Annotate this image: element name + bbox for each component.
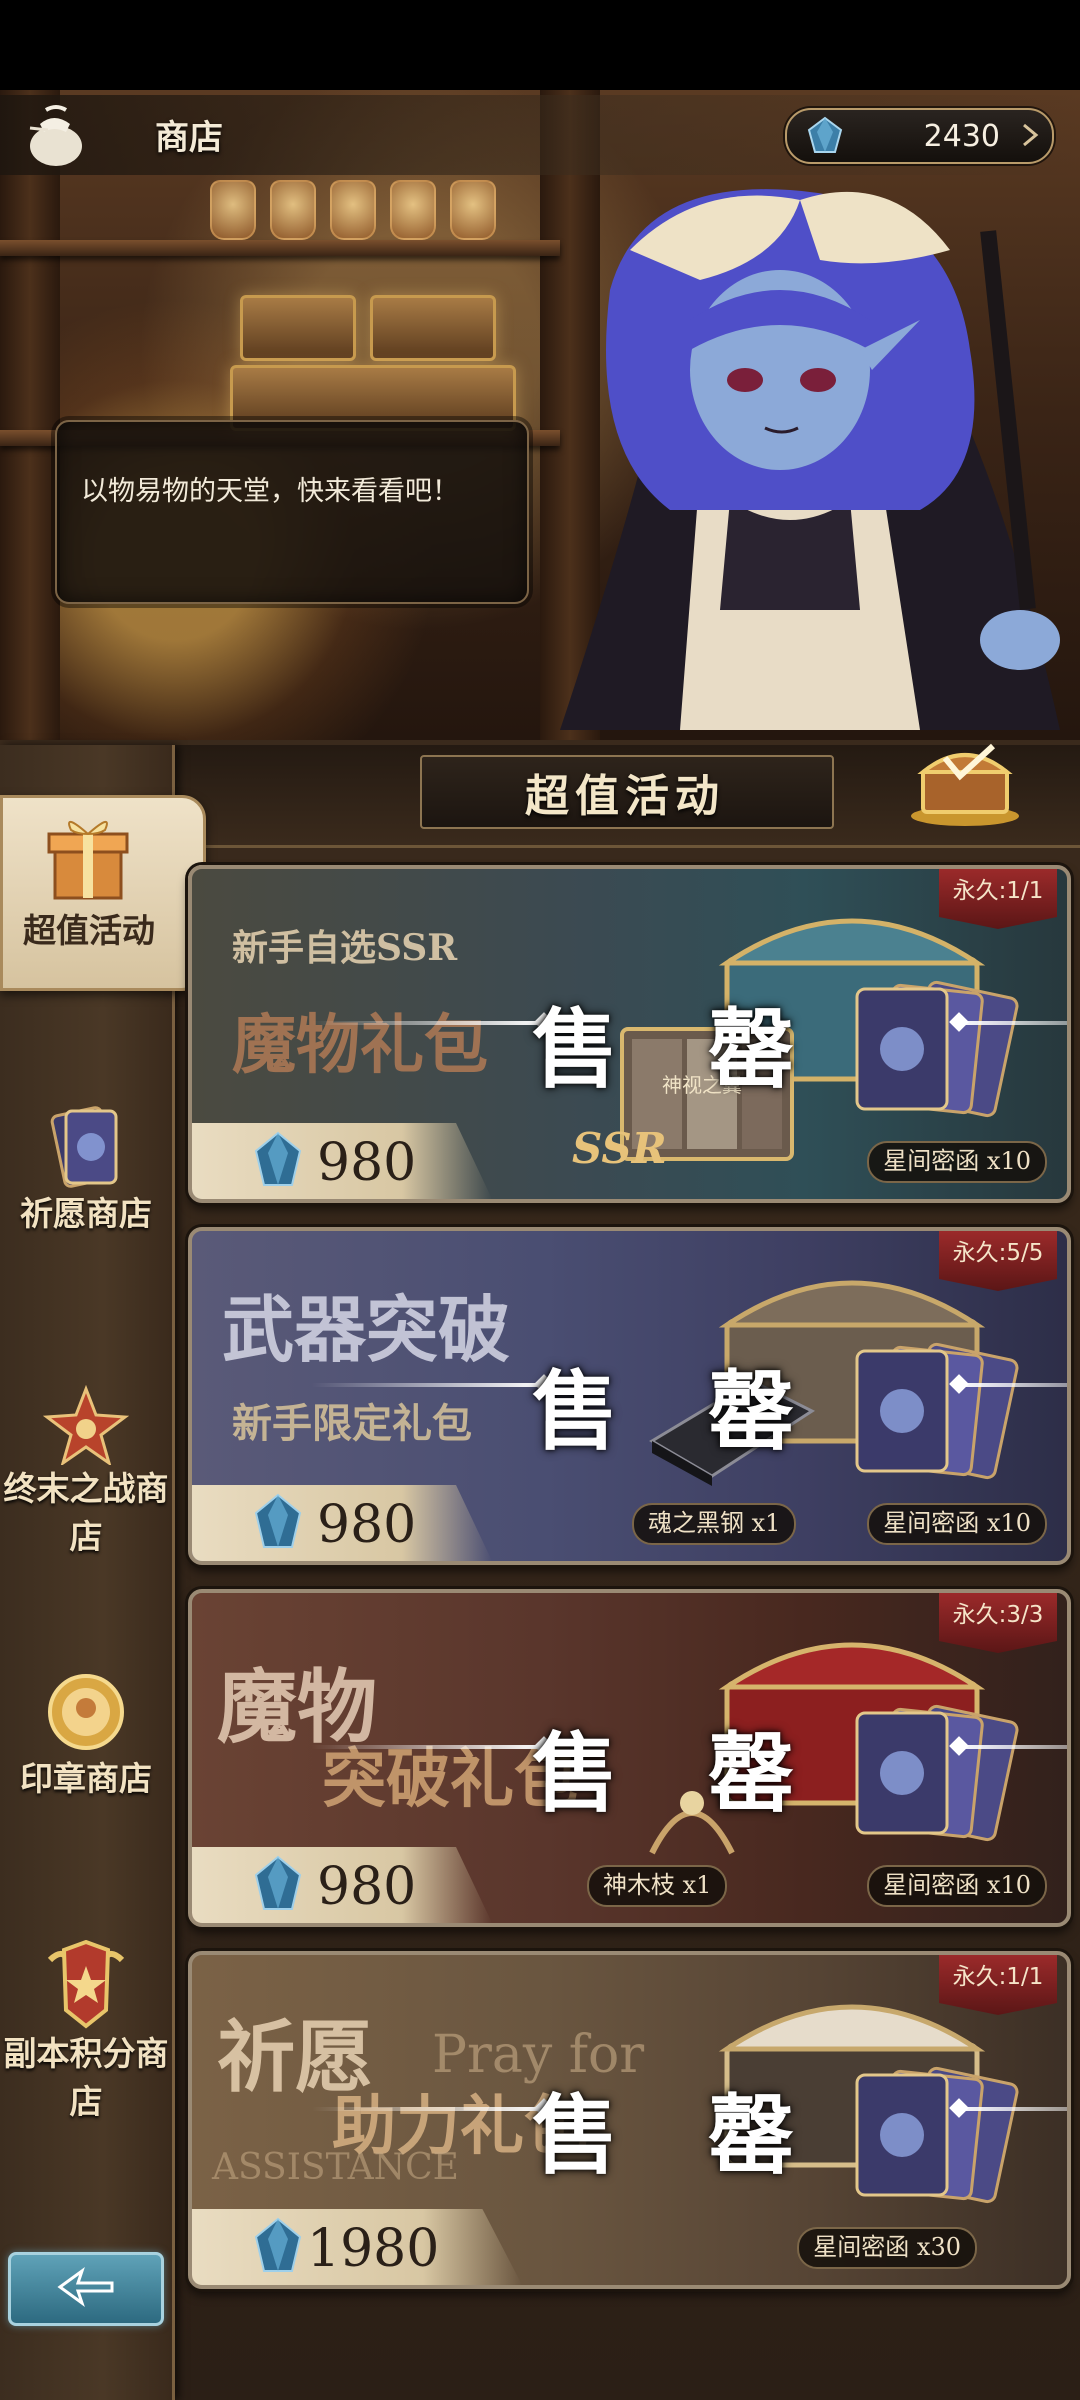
back-button[interactable] (8, 2252, 164, 2326)
star-emblem-icon (43, 1385, 129, 1465)
divider-line (312, 2107, 542, 2111)
gift-box-icon (47, 821, 129, 900)
shopkeeper-character (560, 189, 1060, 730)
crystal-gem-icon (254, 1131, 302, 1186)
page-title: 商店 (155, 118, 223, 158)
reward-item-chip: 星间密函 x30 (797, 2227, 977, 2269)
currency-display[interactable]: 2430 (785, 108, 1054, 164)
package-card[interactable]: 魔物 突破礼包 永久:3/3 神木枝 x1 星间密函 x10 980 售 罄 (188, 1589, 1071, 1927)
back-arrow-icon (57, 2267, 114, 2307)
shelf (0, 240, 560, 256)
stamp-coin-icon (48, 1674, 124, 1750)
sold-out-overlay: 售 罄 (192, 1341, 1067, 1462)
card-deck-icon (50, 1106, 118, 1188)
sidebar-item-label: 超值活动 (23, 911, 155, 950)
package-card[interactable]: 祈愿 助力礼包 Pray for ASSISTANCE 永久:1/1 星间密函 … (188, 1951, 1071, 2289)
purchase-limit-tag: 永久:1/1 (939, 869, 1057, 929)
purchase-limit-tag: 永久:1/1 (939, 1955, 1057, 2015)
reward-item-chip: 神木枝 x1 (587, 1865, 728, 1907)
shelf-pillar (0, 90, 60, 740)
divider-line (312, 1021, 542, 1025)
crystal-gem-icon (807, 116, 843, 153)
jar (390, 180, 436, 240)
sold-out-overlay: 售 罄 (192, 1703, 1067, 1824)
package-price: 980 (317, 1495, 417, 1555)
treasure-chest-icon (911, 743, 1019, 826)
sidebar-item-stamp-shop[interactable]: 印章商店 (0, 1670, 172, 1804)
crystal-gem-icon (254, 2217, 302, 2272)
package-card[interactable]: 新手自选SSR 魔物礼包 SSR 神视之翼 永久:1/1 星间密函 x10 98… (188, 865, 1071, 1203)
speech-text: 以物易物的天堂，快来看看吧！ (81, 476, 459, 507)
jar (270, 180, 316, 240)
reward-item-chip: 魂之黑钢 x1 (632, 1503, 797, 1545)
divider-line (312, 1383, 542, 1387)
jar (330, 180, 376, 240)
sold-out-text: 售 罄 (532, 1000, 824, 1100)
sidebar-item-label: 终末之战商店 (3, 1469, 169, 1556)
package-price: 1980 (307, 2219, 440, 2279)
sidebar-item-prayer-shop[interactable]: 祈愿商店 (0, 1105, 172, 1239)
shop-sidebar (0, 745, 175, 2400)
sold-out-text: 售 罄 (532, 2086, 824, 2186)
divider-line (952, 1021, 1067, 1025)
divider-line (312, 1745, 542, 1749)
package-price: 980 (317, 1133, 417, 1193)
speech-bubble: 以物易物的天堂，快来看看吧！ (55, 420, 529, 604)
divider-line (952, 2107, 1067, 2111)
sidebar-item-dungeon-points-shop[interactable]: 副本积分商店 (0, 1940, 172, 2126)
crate (370, 295, 496, 361)
jar (210, 180, 256, 240)
sold-out-overlay: 售 罄 (192, 979, 1067, 1100)
sold-out-text: 售 罄 (532, 1362, 824, 1462)
ssr-badge: SSR (572, 1124, 667, 1173)
sold-out-text: 售 罄 (532, 1724, 824, 1824)
package-title-small: 新手自选SSR (232, 927, 458, 969)
crystal-gem-icon (254, 1855, 302, 1910)
crate (240, 295, 356, 361)
divider-line (952, 1383, 1067, 1387)
sidebar-item-label: 祈愿商店 (20, 1194, 152, 1233)
purchase-limit-tag: 永久:3/3 (939, 1593, 1057, 1653)
divider-line (952, 1745, 1067, 1749)
reward-item-chip: 星间密函 x10 (867, 1141, 1047, 1183)
reward-item-chip: 星间密函 x10 (867, 1503, 1047, 1545)
sidebar-item-value-events[interactable]: 超值活动 (0, 795, 206, 991)
package-price: 980 (317, 1857, 417, 1917)
shop-bag-icon (29, 105, 82, 166)
medal-badge-icon (47, 1940, 125, 2029)
section-title: 超值活动 (525, 771, 725, 822)
reward-item-chip: 星间密函 x10 (867, 1865, 1047, 1907)
package-card[interactable]: 武器突破 新手限定礼包 永久:5/5 魂之黑钢 x1 星间密函 x10 980 … (188, 1227, 1071, 1565)
currency-amount: 2430 (923, 119, 1000, 154)
sold-out-overlay: 售 罄 (192, 2065, 1067, 2186)
crystal-gem-icon (254, 1493, 302, 1548)
sidebar-item-label: 副本积分商店 (3, 2034, 169, 2121)
chevron-right-icon (1023, 123, 1039, 147)
sidebar-item-final-battle-shop[interactable]: 终末之战商店 (0, 1385, 172, 1561)
sidebar-item-label: 印章商店 (20, 1759, 152, 1798)
status-bar (0, 0, 1080, 90)
purchase-limit-tag: 永久:5/5 (939, 1231, 1057, 1291)
jar (450, 180, 496, 240)
